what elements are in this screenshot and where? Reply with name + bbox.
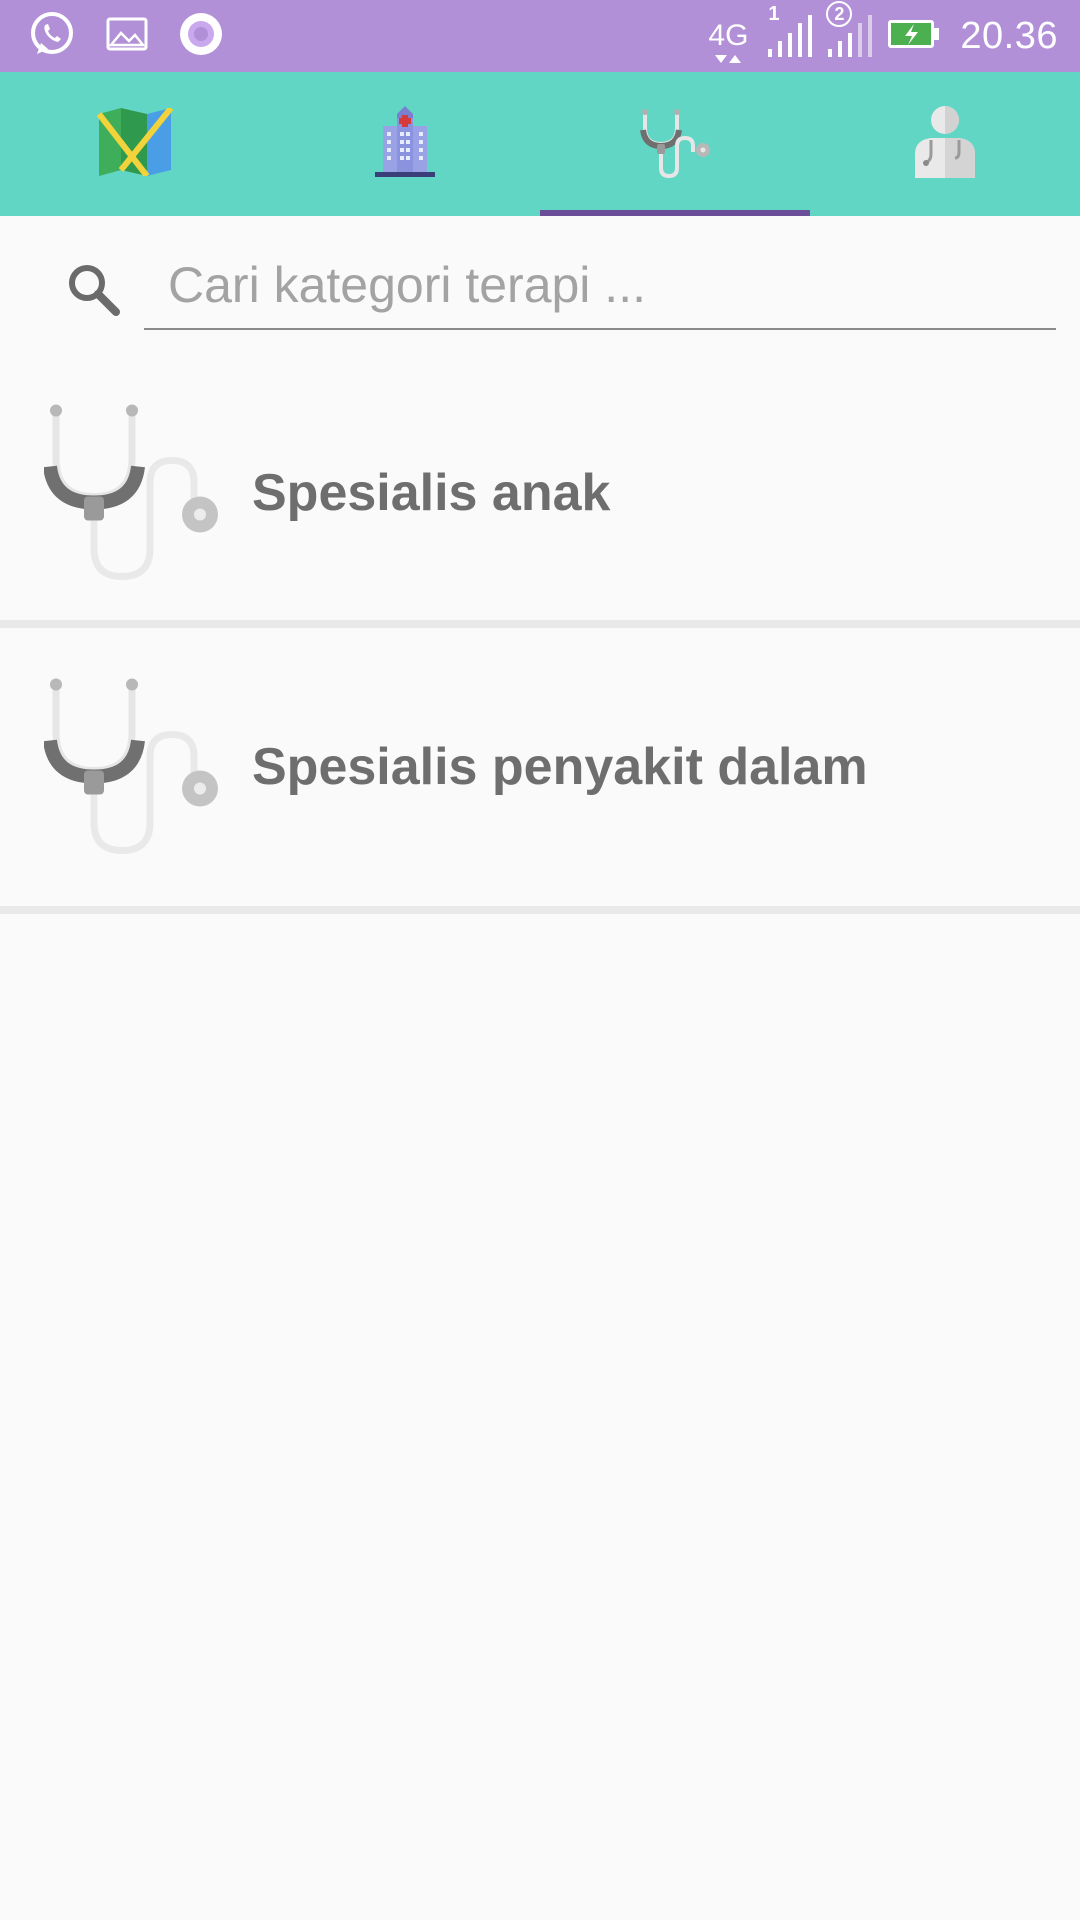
network-4g-icon: 4G xyxy=(704,19,752,63)
category-label: Spesialis anak xyxy=(252,464,611,522)
clock: 20.36 xyxy=(960,14,1058,57)
stethoscope-icon xyxy=(43,399,228,588)
category-label: Spesialis penyakit dalam xyxy=(252,738,868,796)
system-icons: 4G 1 2 20.36 xyxy=(704,0,1058,64)
signal-sim1-icon: 1 xyxy=(766,3,813,64)
search-bar xyxy=(0,216,1080,366)
stethoscope-icon xyxy=(43,673,228,862)
signal-sim2-icon: 2 xyxy=(826,0,873,64)
sim1-label: 1 xyxy=(768,2,780,25)
map-icon xyxy=(96,105,174,181)
status-bar: 4G 1 2 20.36 xyxy=(0,0,1080,72)
category-list: Spesialis anak Spesialis penyakit dalam xyxy=(0,366,1080,914)
list-item[interactable]: Spesialis penyakit dalam xyxy=(0,628,1080,914)
battery-charging-icon xyxy=(886,17,942,56)
search-input[interactable] xyxy=(144,248,1056,330)
tab-hospital[interactable] xyxy=(270,72,540,216)
network-label: 4G xyxy=(708,19,749,52)
doctor-icon xyxy=(913,105,977,183)
whatsapp-icon xyxy=(28,10,76,63)
hospital-icon xyxy=(375,105,435,183)
tab-therapy[interactable] xyxy=(540,72,810,216)
record-icon xyxy=(178,11,224,62)
list-item[interactable]: Spesialis anak xyxy=(0,366,1080,628)
search-icon[interactable] xyxy=(66,262,122,323)
notification-icons xyxy=(28,10,224,62)
stethoscope-icon xyxy=(637,106,713,183)
tab-doctor[interactable] xyxy=(810,72,1080,216)
image-icon xyxy=(106,17,148,56)
tab-bar xyxy=(0,72,1080,216)
sim2-label: 2 xyxy=(826,0,853,27)
tab-map[interactable] xyxy=(0,72,270,216)
